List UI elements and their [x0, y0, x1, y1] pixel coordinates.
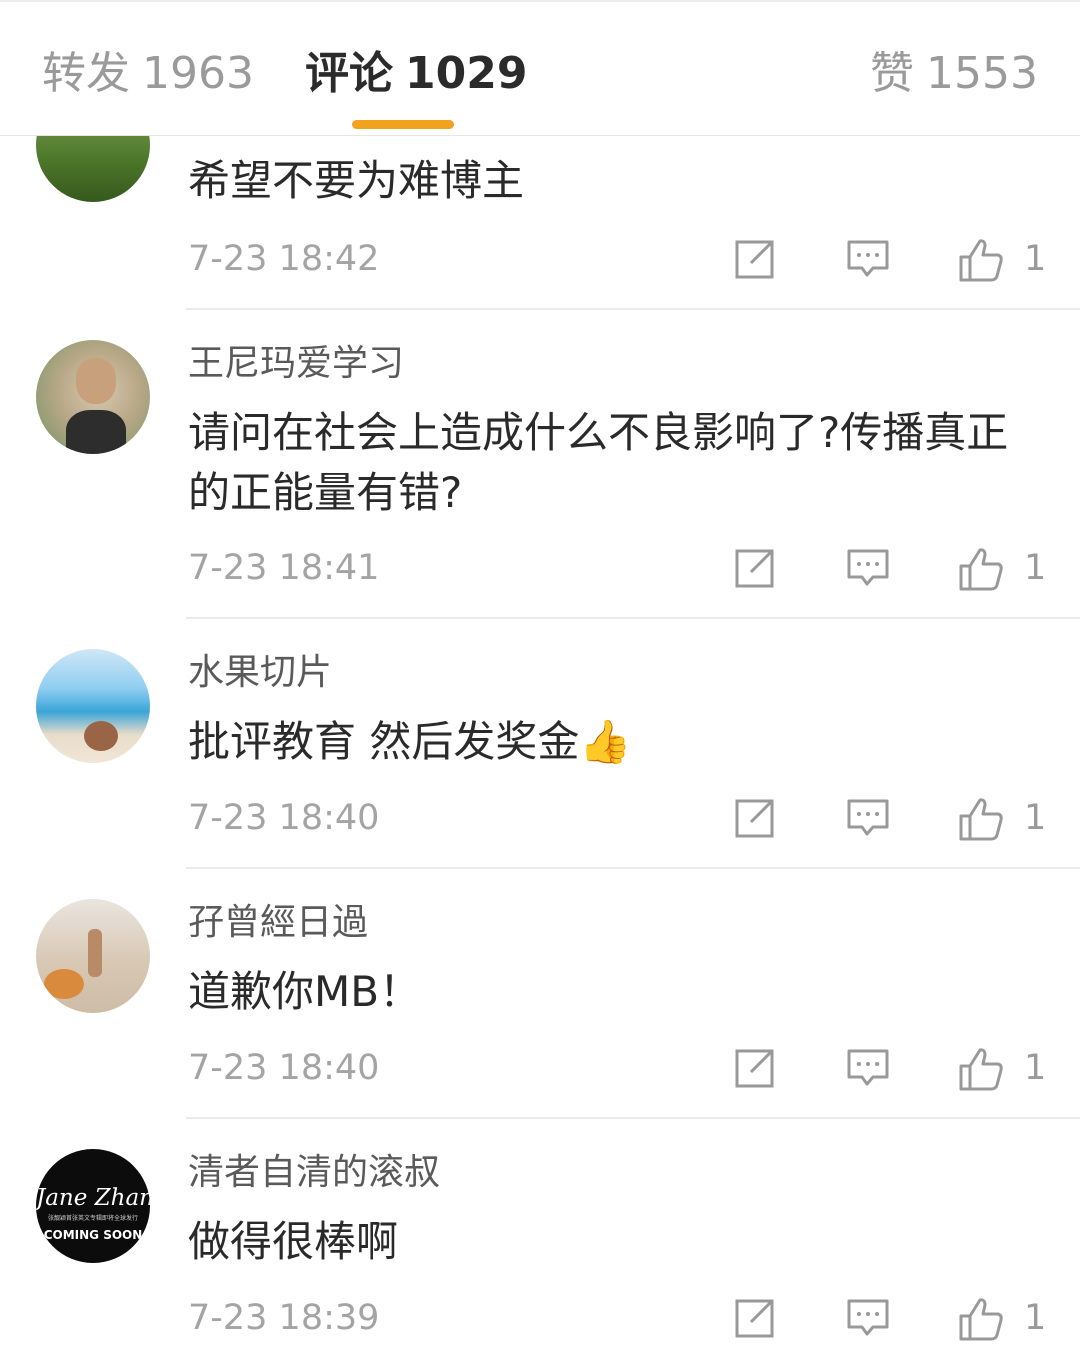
- tab-reposts[interactable]: 转发 1963: [42, 46, 254, 102]
- reply-button[interactable]: [846, 237, 890, 281]
- repost-button[interactable]: [733, 237, 777, 281]
- tab-likes[interactable]: 赞 1553: [870, 46, 1038, 102]
- comment-username[interactable]: 清者自清的滚叔: [188, 1150, 440, 1196]
- comment-username[interactable]: 孖曾經日過: [188, 900, 368, 946]
- avatar[interactable]: [36, 136, 150, 202]
- repost-button[interactable]: [733, 1046, 777, 1090]
- comment-item: 希望不要为难博主 7-23 18:42 1: [0, 136, 1080, 310]
- like-button[interactable]: [958, 1296, 1003, 1341]
- comment-item: 王尼玛爱学习 请问在社会上造成什么不良影响了?传播真正的正能量有错? 7-23 …: [0, 310, 1080, 619]
- thumbs-up-icon: [959, 1048, 1003, 1091]
- avatar[interactable]: [36, 340, 150, 454]
- thumbs-up-icon: [959, 548, 1003, 591]
- thumbs-up-icon: [959, 798, 1003, 841]
- repost-icon: [735, 549, 774, 588]
- comment-text: 希望不要为难博主: [188, 156, 525, 205]
- avatar[interactable]: [36, 649, 150, 763]
- tab-likes-label: 赞: [870, 48, 915, 99]
- comment-timestamp: 7-23 18:41: [188, 548, 380, 588]
- comment-item: 孖曾經日過 道歉你MB！ 7-23 18:40 1: [0, 869, 1080, 1119]
- comment-timestamp: 7-23 18:42: [188, 239, 380, 279]
- like-count: 1: [1024, 1048, 1047, 1088]
- like-count: 1: [1024, 798, 1047, 838]
- avatar[interactable]: Jane Zhang 张靓颖首张英文专辑即将全球发行 COMING SOON: [36, 1149, 150, 1263]
- comment-text: 批评教育 然后发奖金👍: [188, 712, 1048, 772]
- comment-icon: [847, 1049, 889, 1086]
- comment-text: 请问在社会上造成什么不良影响了?传播真正的正能量有错?: [188, 408, 1009, 517]
- repost-icon: [735, 240, 774, 279]
- avatar-script-text: Jane Zhang: [36, 1185, 150, 1211]
- like-count: 1: [1024, 1298, 1047, 1338]
- comment-list: 希望不要为难博主 7-23 18:42 1 王尼玛爱学习 请问在社会上造成什么不…: [0, 136, 1080, 1372]
- tab-comments-count: 1029: [405, 48, 528, 99]
- comment-timestamp: 7-23 18:40: [188, 798, 380, 838]
- tab-comments-label: 评论: [305, 48, 393, 99]
- avatar-coming-soon-text: COMING SOON: [43, 1228, 143, 1242]
- thumbs-up-icon: [959, 239, 1003, 282]
- repost-icon: [735, 799, 774, 838]
- comment-item: 水果切片 批评教育 然后发奖金👍 7-23 18:40 1: [0, 619, 1080, 869]
- comment-item: Jane Zhang 张靓颖首张英文专辑即将全球发行 COMING SOON 清…: [0, 1119, 1080, 1372]
- repost-icon: [735, 1299, 774, 1338]
- thumbs-up-emoji: 👍: [579, 717, 632, 766]
- comment-username[interactable]: 王尼玛爱学习: [188, 341, 404, 387]
- comment-icon: [847, 1299, 889, 1336]
- repost-button[interactable]: [733, 546, 777, 590]
- comment-icon: [847, 799, 889, 836]
- avatar-tiny-text: 张靓颖首张英文专辑即将全球发行: [47, 1215, 138, 1222]
- reply-button[interactable]: [846, 796, 890, 840]
- like-count: 1: [1024, 239, 1047, 279]
- like-count: 1: [1024, 548, 1047, 588]
- reply-button[interactable]: [846, 1046, 890, 1090]
- tab-bar: 转发 1963 评论 1029 赞 1553: [0, 0, 1080, 136]
- repost-button[interactable]: [733, 796, 777, 840]
- like-button[interactable]: [958, 546, 1003, 591]
- tab-reposts-label: 转发: [42, 48, 130, 99]
- comment-text: 道歉你MB！: [188, 967, 422, 1016]
- thumbs-up-icon: [959, 1298, 1003, 1341]
- like-button[interactable]: [958, 1046, 1003, 1091]
- comment-username[interactable]: 水果切片: [188, 650, 332, 696]
- tab-comments[interactable]: 评论 1029: [305, 46, 527, 102]
- active-tab-indicator: [352, 120, 454, 129]
- tab-reposts-count: 1963: [142, 48, 254, 99]
- comment-text: 做得很棒啊: [188, 1217, 399, 1266]
- like-button[interactable]: [958, 796, 1003, 841]
- comment-timestamp: 7-23 18:40: [188, 1048, 380, 1088]
- comment-timestamp: 7-23 18:39: [188, 1298, 380, 1338]
- avatar[interactable]: [36, 899, 150, 1013]
- reply-button[interactable]: [846, 1296, 890, 1340]
- comment-icon: [847, 549, 889, 586]
- tab-likes-count: 1553: [926, 48, 1038, 99]
- comment-icon: [847, 240, 889, 277]
- comment-text-body: 批评教育 然后发奖金: [188, 717, 580, 766]
- like-button[interactable]: [958, 237, 1003, 282]
- repost-icon: [735, 1049, 774, 1088]
- repost-button[interactable]: [733, 1296, 777, 1340]
- reply-button[interactable]: [846, 546, 890, 590]
